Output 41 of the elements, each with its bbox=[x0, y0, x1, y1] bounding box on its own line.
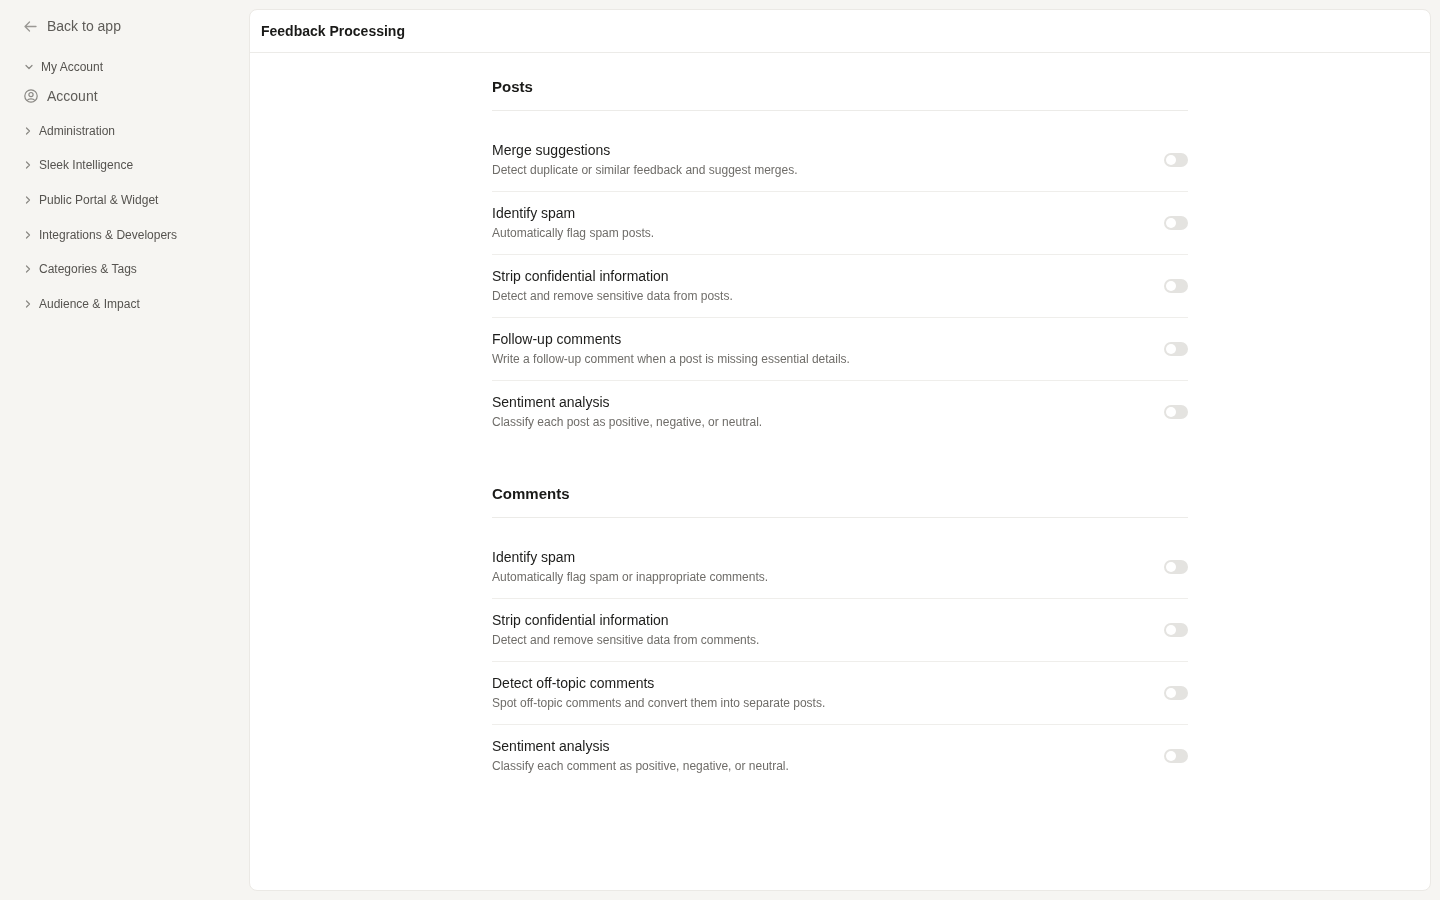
setting-title: Merge suggestions bbox=[492, 141, 612, 160]
toggle-switch[interactable] bbox=[1164, 152, 1188, 167]
section-heading: Comments bbox=[492, 483, 1188, 518]
sidebar-section[interactable]: My Account bbox=[24, 53, 104, 81]
toggle-switch[interactable] bbox=[1164, 685, 1188, 700]
back-link[interactable]: Back to app bbox=[24, 10, 121, 42]
sidebar-section[interactable]: Public Portal & Widget bbox=[24, 186, 159, 215]
sidebar-item[interactable]: Account bbox=[24, 81, 98, 110]
page-title: Feedback Processing bbox=[261, 23, 405, 39]
setting-description: Spot off-topic comments and convert them into separate posts. bbox=[492, 695, 826, 712]
setting-description: Detect duplicate or similar feedback and suggest merges. bbox=[492, 162, 798, 179]
toggle-switch[interactable] bbox=[1164, 622, 1188, 637]
setting-description: Write a follow-up comment when a post is missing essential details. bbox=[492, 351, 850, 368]
sidebar-section[interactable]: Categories & Tags bbox=[24, 255, 137, 284]
setting-description: Classify each comment as positive, negative, or neutral. bbox=[492, 758, 789, 775]
section-heading: Posts bbox=[492, 76, 1188, 111]
toggle-switch[interactable] bbox=[1164, 278, 1188, 293]
toggle-switch[interactable] bbox=[1164, 559, 1188, 574]
sidebar-section[interactable]: Sleek Intelligence bbox=[24, 151, 134, 180]
toggle-switch[interactable] bbox=[1164, 404, 1188, 419]
toggle-switch[interactable] bbox=[1164, 215, 1188, 230]
setting-title: Strip confidential information bbox=[492, 611, 670, 630]
setting-description: Detect and remove sensitive data from posts. bbox=[492, 288, 733, 305]
setting-description: Classify each post as positive, negative, or neutral. bbox=[492, 414, 763, 431]
setting-title: Follow-up comments bbox=[492, 330, 623, 349]
setting-title: Sentiment analysis bbox=[492, 737, 611, 756]
sidebar-section[interactable]: Integrations & Developers bbox=[24, 220, 178, 249]
sidebar-section[interactable]: Audience & Impact bbox=[24, 290, 140, 319]
setting-title: Strip confidential information bbox=[492, 267, 670, 286]
arrow-left-icon bbox=[24, 20, 37, 32]
user-circle-icon bbox=[24, 88, 38, 103]
setting-title: Identify spam bbox=[492, 548, 577, 567]
setting-title: Sentiment analysis bbox=[492, 393, 611, 412]
setting-title: Detect off-topic comments bbox=[492, 674, 656, 693]
toggle-switch[interactable] bbox=[1164, 341, 1188, 356]
sidebar-section[interactable]: Administration bbox=[24, 116, 116, 145]
toggle-switch[interactable] bbox=[1164, 748, 1188, 763]
setting-description: Automatically flag spam posts. bbox=[492, 225, 655, 242]
setting-title: Identify spam bbox=[492, 204, 577, 223]
setting-description: Automatically flag spam or inappropriate comments. bbox=[492, 569, 769, 586]
setting-description: Detect and remove sensitive data from comments. bbox=[492, 632, 760, 649]
